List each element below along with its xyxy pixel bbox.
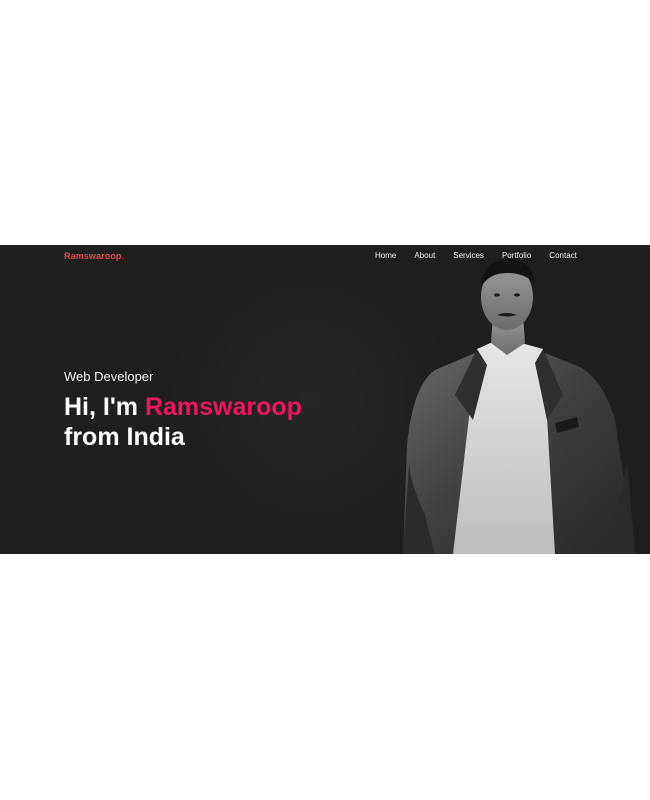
brand-logo[interactable]: Ramswaroop.	[64, 251, 124, 261]
headline-name: Ramswaroop	[144, 393, 302, 421]
hero-headline: Hi, I'm Ramswaroop from India	[64, 392, 302, 452]
headline-line2: from India	[64, 423, 185, 451]
nav-home[interactable]: Home	[375, 251, 396, 261]
hero-section: Ramswaroop. Home About Services Portfoli…	[0, 245, 650, 554]
person-portrait-icon	[403, 259, 635, 554]
brand-dot: .	[121, 251, 125, 261]
hero-subtitle: Web Developer	[64, 369, 154, 384]
brand-name: Ramswaroop	[64, 251, 122, 261]
headline-greeting: Hi, I'm	[64, 393, 145, 421]
